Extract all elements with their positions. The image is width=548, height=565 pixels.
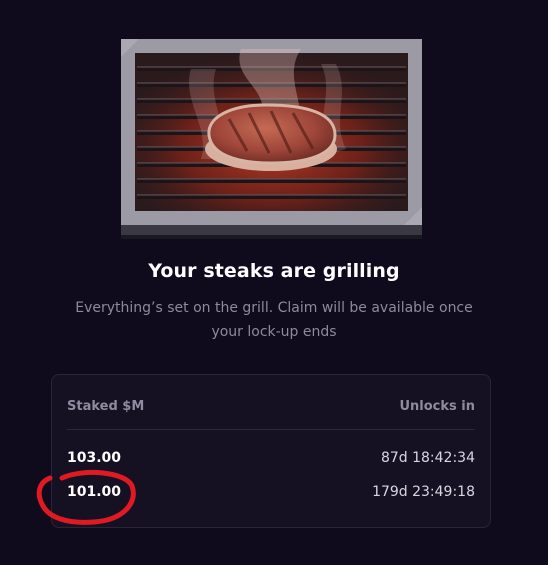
divider: [67, 429, 475, 430]
grill-steak-illustration: [121, 39, 422, 239]
unlock-countdown: 179d 23:49:18: [372, 484, 475, 500]
unlocks-column-header: Unlocks in: [399, 399, 475, 414]
unlock-countdown: 87d 18:42:34: [380, 450, 475, 466]
page-title: Your steaks are grilling: [148, 260, 400, 282]
grill-with-steak-icon: [121, 39, 422, 239]
page-subtitle: Everything’s set on the grill. Claim wil…: [75, 300, 473, 340]
staked-amount: 103.00: [67, 450, 122, 466]
red-hand-drawn-circle-icon: [36, 469, 136, 525]
stakes-table-header: Staked $M Unlocks in: [67, 399, 475, 419]
page: Your steaks are grilling Everything’s se…: [0, 0, 548, 565]
staked-column-header: Staked $M: [67, 399, 145, 414]
